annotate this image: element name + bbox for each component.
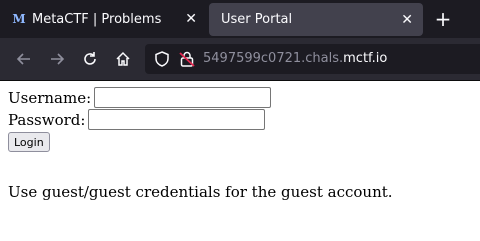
forward-arrow-icon[interactable] bbox=[47, 49, 67, 69]
insecure-lock-icon[interactable] bbox=[178, 50, 196, 68]
url-bar[interactable]: 5497599c0721.chals.mctf.io bbox=[145, 44, 480, 74]
navigation-bar: 5497599c0721.chals.mctf.io bbox=[0, 38, 480, 81]
home-icon[interactable] bbox=[113, 49, 133, 69]
tab-title: MetaCTF | Problems bbox=[32, 11, 162, 27]
password-input[interactable] bbox=[88, 109, 266, 130]
login-button[interactable]: Login bbox=[8, 132, 50, 152]
close-icon[interactable]: ✕ bbox=[401, 12, 413, 28]
tab-bar: M MetaCTF | Problems ✕ User Portal ✕ + bbox=[0, 0, 480, 38]
url-domain: mctf.io bbox=[343, 51, 388, 66]
plus-icon[interactable]: + bbox=[432, 8, 454, 30]
back-arrow-icon[interactable] bbox=[14, 49, 34, 69]
username-label: Username: bbox=[8, 88, 92, 107]
password-row: Password: bbox=[8, 109, 266, 130]
tab-user-portal[interactable]: User Portal ✕ bbox=[209, 3, 423, 36]
guest-credentials-hint: Use guest/guest credentials for the gues… bbox=[8, 183, 393, 201]
password-label: Password: bbox=[8, 110, 86, 129]
shield-icon[interactable] bbox=[153, 50, 171, 68]
url-text[interactable]: 5497599c0721.chals.mctf.io bbox=[203, 51, 387, 66]
metactf-favicon-icon: M bbox=[12, 12, 26, 26]
close-icon[interactable]: ✕ bbox=[185, 11, 197, 27]
url-subdomain: 5497599c0721.chals. bbox=[203, 51, 344, 66]
username-input[interactable] bbox=[94, 87, 272, 108]
reload-icon[interactable] bbox=[80, 49, 100, 69]
username-row: Username: bbox=[8, 87, 272, 108]
tab-title: User Portal bbox=[221, 12, 293, 27]
tab-metactf-problems[interactable]: M MetaCTF | Problems ✕ bbox=[0, 0, 207, 38]
page-content: Username: Password: Login Use guest/gues… bbox=[0, 81, 480, 241]
